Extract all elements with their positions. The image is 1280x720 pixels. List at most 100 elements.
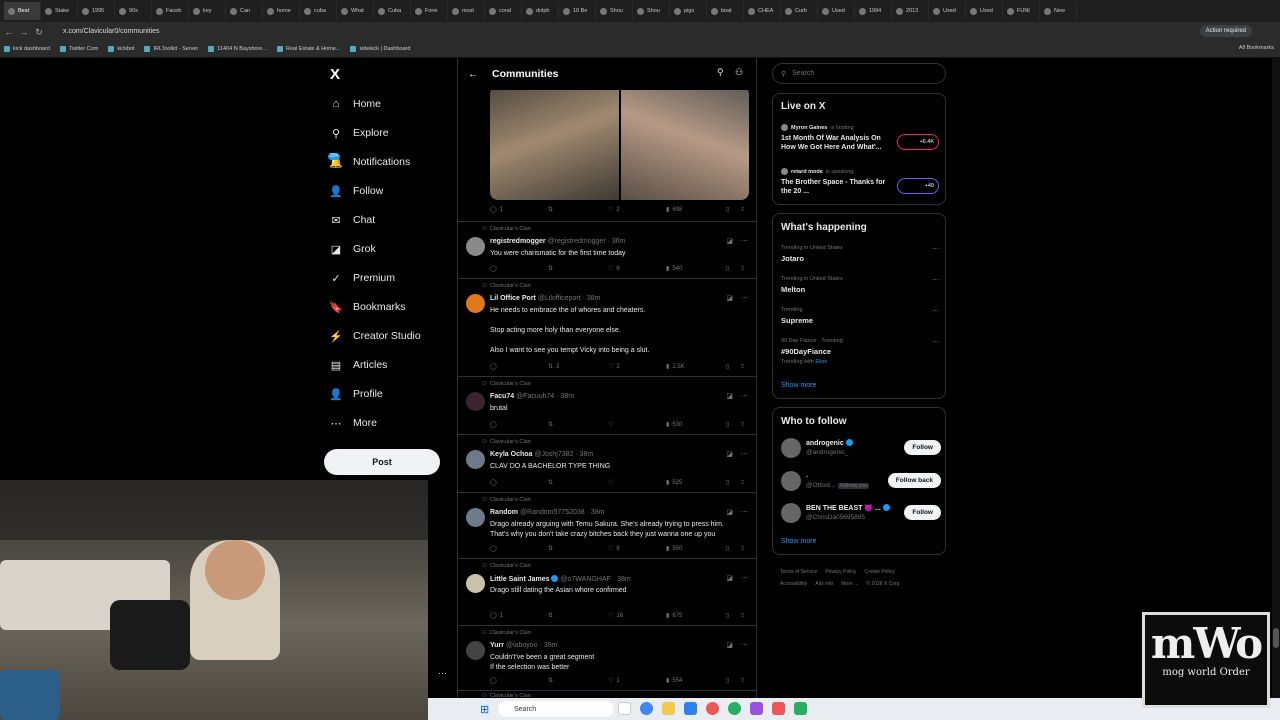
retweet-icon[interactable]: ⇅ — [548, 479, 556, 486]
media-image[interactable] — [620, 86, 749, 200]
avatar[interactable] — [781, 503, 801, 523]
share-icon[interactable]: ⇪ — [740, 265, 745, 272]
media-image[interactable] — [490, 86, 619, 200]
tweet[interactable]: ⚇ Clavicular's Clan Facu74 @Facuuh74 · 38m… — [458, 376, 756, 434]
trend-item[interactable]: Trending in United States Jotaro ⋯ — [781, 245, 939, 263]
tweet-author-handle[interactable]: @Lilofficeport · 38m — [538, 295, 601, 302]
browser-tab[interactable]: pigs — [670, 2, 707, 20]
bookmark-item[interactable]: IRLToolkit - Server — [144, 46, 198, 52]
like-icon[interactable]: ♡ 8 — [608, 545, 620, 553]
browser-tab[interactable]: Stake — [41, 2, 78, 20]
bookmark-icon[interactable]: ▯ — [726, 677, 729, 684]
reply-icon[interactable]: ◯ 1 — [490, 612, 503, 620]
browser-tab[interactable]: dolph — [522, 2, 559, 20]
footer-link[interactable]: © 2026 X Corp. — [866, 581, 901, 587]
views-icon[interactable]: ▮ 675 — [666, 612, 682, 620]
share-icon[interactable]: ⇪ — [740, 363, 745, 370]
bookmark-icon[interactable]: ▯ — [726, 206, 729, 213]
browser-tab[interactable]: Shou — [633, 2, 670, 20]
retweet-icon[interactable]: ⇅ — [548, 206, 553, 213]
tweet-author-name[interactable]: Little Saint James — [490, 576, 550, 583]
grok-icon[interactable]: ◪ — [726, 508, 733, 516]
browser-tab[interactable]: FUNI — [1003, 2, 1040, 20]
browser-tab[interactable]: key — [189, 2, 226, 20]
bookmark-item[interactable]: Twitter Com — [60, 46, 98, 52]
reply-icon[interactable]: ◯ — [490, 479, 500, 486]
share-icon[interactable]: ⇪ — [740, 612, 745, 619]
footer-link[interactable]: Cookie Policy — [864, 569, 894, 575]
browser-tab[interactable]: Curb — [781, 2, 818, 20]
listener-count-pill[interactable]: +49 — [897, 178, 939, 194]
app-icon[interactable] — [772, 702, 785, 715]
search-input[interactable]: ⚲ Search — [772, 63, 946, 84]
retweet-icon[interactable]: ⇅ 3 — [548, 363, 559, 371]
more-icon[interactable]: ⋯ — [741, 392, 748, 400]
reply-icon[interactable]: ◯ — [490, 677, 500, 684]
browser-tab[interactable]: Used — [966, 2, 1003, 20]
taskbar-search[interactable]: Search — [498, 701, 614, 717]
browser-tab[interactable]: 1995 — [78, 2, 115, 20]
windows-start-icon[interactable]: ⊞ — [480, 703, 489, 716]
grok-icon[interactable]: ◪ — [726, 392, 733, 400]
avatar[interactable] — [466, 237, 485, 256]
community-label[interactable]: ⚇ Clavicular's Clan — [482, 381, 531, 387]
action-required-badge[interactable]: Action required — [1199, 25, 1252, 37]
trend-item[interactable]: 90 Day Fiancé · Trending #90DayFiance Tren… — [781, 338, 939, 365]
community-label[interactable]: ⚇ Clavicular's Clan — [482, 563, 531, 569]
tweet-author-name[interactable]: Facu74 — [490, 393, 514, 400]
tweet[interactable]: ⚇ Clavicular's Clan Random @Random57752038… — [458, 492, 756, 558]
url-field[interactable]: x.com/Clavicular0/communities — [63, 28, 1063, 35]
share-icon[interactable]: ⇪ — [740, 677, 745, 684]
live-space-item[interactable]: Myron Gaines is hosting 1st Month Of War A… — [781, 124, 939, 152]
retweet-icon[interactable]: ⇅ — [548, 677, 556, 684]
nav-item-creator-studio[interactable]: ⚡ Creator Studio — [329, 325, 421, 347]
suggestion-name[interactable]: . — [806, 472, 808, 479]
bookmark-item[interactable]: 11404 N Bayshore... — [208, 46, 267, 52]
retweet-icon[interactable]: ⇅ — [548, 612, 556, 619]
like-icon[interactable]: ♡ 1 — [608, 677, 620, 685]
footer-link[interactable]: Privacy Policy — [825, 569, 856, 575]
community-label[interactable]: ⚇ Clavicular's Clan — [482, 439, 531, 445]
scrollbar[interactable] — [1272, 58, 1280, 698]
more-icon[interactable]: ⋯ — [741, 574, 748, 582]
retweet-icon[interactable]: ⇅ — [548, 265, 556, 272]
share-icon[interactable]: ⇪ — [740, 545, 745, 552]
nav-item-notifications[interactable]: 🔔 Notifications — [329, 151, 410, 173]
like-icon[interactable]: ♡ — [608, 479, 616, 486]
file-icon[interactable] — [618, 702, 631, 715]
nav-item-explore[interactable]: ⚲ Explore — [330, 122, 389, 144]
tweet-author-name[interactable]: registredmogger — [490, 238, 546, 245]
back-arrow-icon[interactable]: ← — [468, 69, 478, 80]
tweet-author-name[interactable]: Keyla Ochoa — [490, 451, 532, 458]
retweet-icon[interactable]: ⇅ — [548, 545, 556, 552]
app-icon[interactable] — [706, 702, 719, 715]
trend-item[interactable]: Trending Supreme ⋯ — [781, 307, 939, 325]
reply-icon[interactable]: ◯ 1 — [490, 206, 503, 214]
communities-icon[interactable]: ⚇ — [735, 67, 743, 78]
browser-tab[interactable]: cuba — [300, 2, 337, 20]
browser-tab[interactable]: home — [263, 2, 300, 20]
footer-link[interactable]: Accessibility — [780, 581, 807, 587]
footer-link[interactable]: More ... — [841, 581, 858, 587]
nav-item-premium[interactable]: ✓ Premium — [330, 267, 395, 289]
browser-tab[interactable]: 1994 — [855, 2, 892, 20]
follow-suggestion[interactable]: BEN THE BEAST 😈 ... @ChrisDa05695895 Foll… — [781, 503, 941, 525]
share-icon[interactable]: ⇪ — [740, 421, 745, 428]
follow-suggestion[interactable]: androgenic @androgenic_ Follow — [781, 438, 941, 460]
browser-tab[interactable]: 90s — [115, 2, 152, 20]
app-icon[interactable] — [794, 702, 807, 715]
avatar[interactable] — [466, 508, 485, 527]
bookmark-item[interactable]: kick dashboard — [4, 46, 50, 52]
chrome-icon[interactable] — [640, 702, 653, 715]
tweet-author-handle[interactable]: @Joshj7382 · 38m — [534, 451, 593, 458]
avatar[interactable] — [781, 471, 801, 491]
nav-item-bookmarks[interactable]: 🔖 Bookmarks — [329, 296, 405, 318]
views-icon[interactable]: ▮ 540 — [666, 265, 682, 273]
more-icon[interactable]: ⋯ — [741, 508, 748, 516]
views-icon[interactable]: ▮ 698 — [666, 206, 682, 214]
like-icon[interactable]: ♡ 16 — [608, 612, 623, 620]
like-icon[interactable]: ♡ — [608, 421, 616, 428]
browser-tab[interactable]: Best — [4, 2, 41, 20]
app-icon[interactable] — [728, 702, 741, 715]
tweet[interactable]: ⚇ Clavicular's Clan Little Saint James @o7… — [458, 558, 756, 625]
